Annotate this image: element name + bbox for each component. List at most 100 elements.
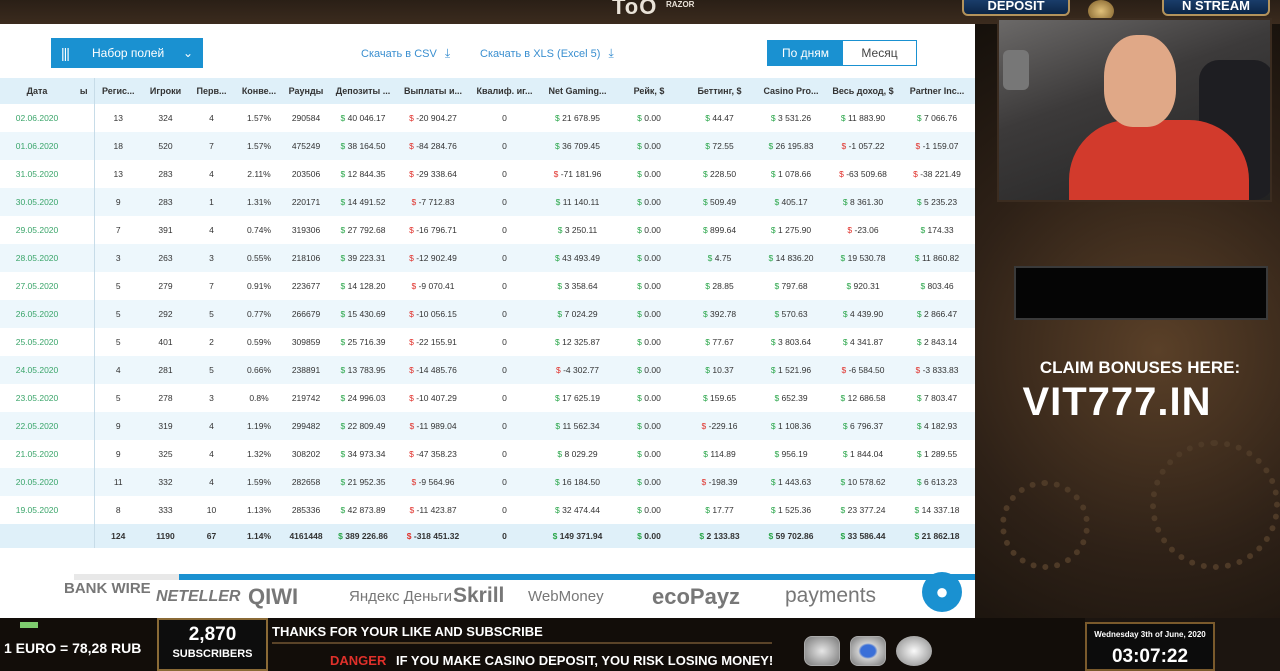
table-cell: $ 11 140.11 [541,188,614,216]
table-cell: $ 2 866.47 [899,300,975,328]
chat-icon[interactable]: ● [922,572,962,612]
column-header[interactable]: Выплаты и... [398,78,468,104]
table-cell: $ 40 046.17 [328,104,398,132]
cell-value: 11 883.90 [847,113,886,123]
currency-symbol: $ [411,281,417,291]
currency-symbol: $ [409,337,414,347]
currency-symbol: $ [340,113,346,123]
table-cell: $ 24 996.03 [328,384,398,412]
download-csv-link[interactable]: Скачать в CSV ⤓ [361,46,450,61]
column-header[interactable]: Конве... [234,78,284,104]
currency-symbol: $ [637,531,642,541]
table-cell: $ -318 451.32 [398,524,468,548]
currency-symbol: $ [637,169,642,179]
claim-url-text: VIT777.IN [1022,380,1212,424]
table-cell: 283 [142,160,189,188]
column-header[interactable]: Рейк, $ [614,78,684,104]
clock-date: Wednesday 3th of June, 2020 [1094,630,1206,639]
cell-value: -1 159.07 [922,141,959,151]
column-header[interactable]: Перв... [189,78,234,104]
affiliate-stats-panel: ||| Набор полей ⌄ Скачать в CSV ⤓ Скачат… [0,24,975,618]
table-cell: 319306 [284,216,328,244]
table-cell: $ 1 275.90 [755,216,827,244]
currency-symbol: $ [916,449,922,459]
table-cell: $ 0.00 [614,468,684,496]
column-header[interactable]: Net Gaming... [541,78,614,104]
cell-value: -11 423.87 [416,505,457,515]
date-cell: 02.06.2020 [0,104,74,132]
cell-value: 2 843.14 [924,337,958,347]
currency-symbol: $ [557,225,563,235]
table-cell: $ 956.19 [755,440,827,468]
column-header[interactable]: Игроки [142,78,189,104]
table-cell: $ 0.00 [614,188,684,216]
table-cell: $ 77.67 [684,328,755,356]
cell-value: -10 056.15 [416,309,457,319]
column-header[interactable]: Беттинг, $ [684,78,755,104]
table-cell: $ 0.00 [614,384,684,412]
table-cell: $ 803.46 [899,272,975,300]
currency-symbol: $ [770,477,776,487]
currency-symbol: $ [637,421,642,431]
subscribers-box: 2,870 SUBSCRIBERS [157,618,268,671]
cell-value: 44.47 [712,113,734,123]
cell-value: 8 029.29 [564,449,598,459]
cell-value: 10 578.62 [847,477,886,487]
table-cell: $ 4 341.87 [827,328,899,356]
column-header[interactable]: Partner Inc... [899,78,975,104]
currency-symbol: $ [920,225,926,235]
table-cell: 0.66% [234,356,284,384]
table-row: 26.05.2020 5 292 5 0.77% 266679 $ 15 430.69 $ -… [0,300,975,328]
column-header[interactable]: Casino Pro... [755,78,827,104]
table-cell: 0 [468,328,541,356]
table-cell: $ 7 024.29 [541,300,614,328]
field-set-dropdown[interactable]: ||| Набор полей ⌄ [51,38,203,68]
table-cell [74,412,95,440]
table-header-row: Дата ы Регис... Игроки Перв... Конве... Раунды… [0,78,975,104]
table-cell: 5 [94,300,142,328]
table-cell: $ 0.00 [614,104,684,132]
payment-neteller: NETELLER [156,588,241,605]
currency-symbol: $ [705,365,711,375]
currency-symbol: $ [705,141,711,151]
table-row: 31.05.2020 13 283 4 2.11% 203506 $ 12 844.35 $ … [0,160,975,188]
table-cell: 278 [142,384,189,412]
column-header[interactable]: Дата [0,78,74,104]
currency-symbol: $ [340,197,346,207]
column-header[interactable]: Раунды [284,78,328,104]
currency-symbol: $ [557,281,563,291]
cell-value: 12 686.58 [847,393,886,403]
table-cell: $ 10 578.62 [827,468,899,496]
column-header[interactable]: Регис... [94,78,142,104]
cell-value: 0.00 [644,309,661,319]
cell-value: 59 702.86 [775,531,814,541]
column-header[interactable]: ы [74,78,95,104]
currency-symbol: $ [340,337,346,347]
cell-value: 405.17 [781,197,808,207]
cell-value: 12 844.35 [347,169,386,179]
currency-symbol: $ [340,281,346,291]
table-cell: $ -4 302.77 [541,356,614,384]
table-cell: $ -23.06 [827,216,899,244]
cell-value: 11 562.34 [562,421,600,431]
table-cell: $ -20 904.27 [398,104,468,132]
cell-value: 1 078.66 [778,169,812,179]
date-cell: 24.05.2020 [0,356,74,384]
by-days-button[interactable]: По дням [768,41,843,65]
cell-value: 4 182.93 [924,421,958,431]
table-cell: $ 4 439.90 [827,300,899,328]
table-cell: 0 [468,384,541,412]
table-cell: 0 [468,244,541,272]
currency-symbol: $ [409,421,415,431]
month-button[interactable]: Месяц [843,41,916,65]
column-header[interactable]: Депозиты ... [328,78,398,104]
table-cell: 1.14% [234,524,284,548]
column-header[interactable]: Квалиф. иг... [468,78,541,104]
download-xls-link[interactable]: Скачать в XLS (Excel 5) ⤓ [480,46,614,61]
table-cell: $ 0.00 [614,244,684,272]
currency-symbol: $ [770,365,776,375]
column-header[interactable]: Весь доход, $ [827,78,899,104]
cell-value: 43 493.49 [562,253,600,263]
cell-value: -3 833.83 [922,365,959,375]
currency-symbol: $ [557,449,563,459]
